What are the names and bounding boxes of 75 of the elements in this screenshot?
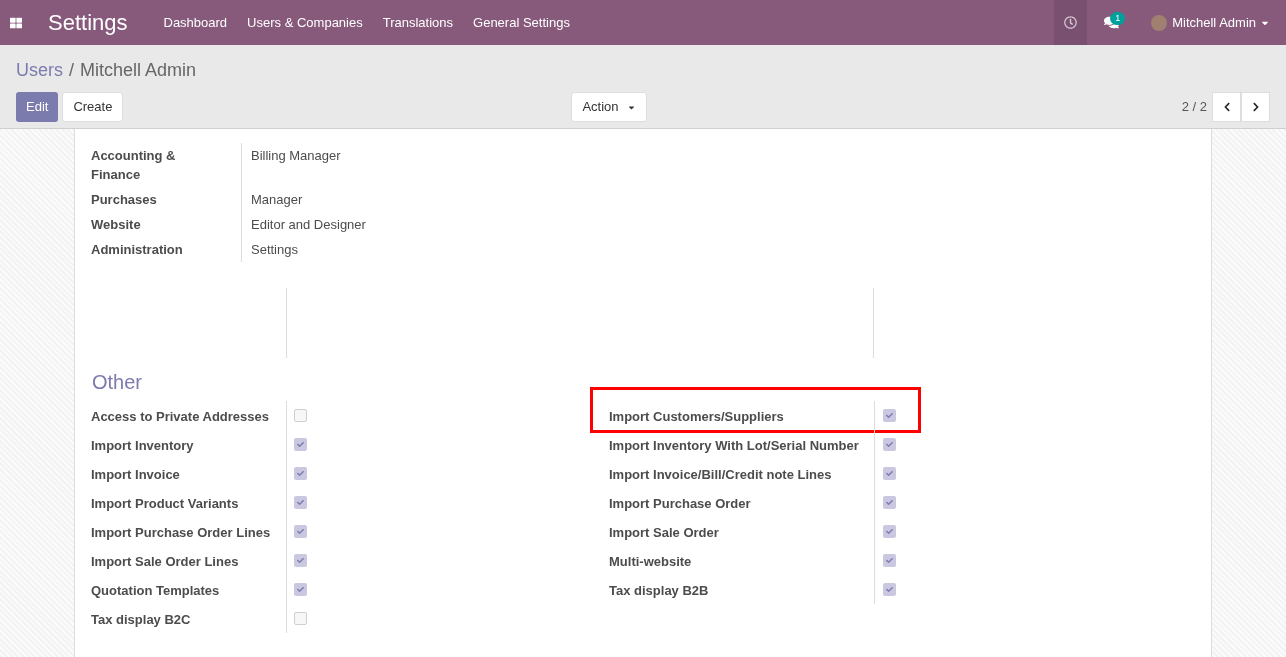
messages-button[interactable]: 1 <box>1087 0 1136 45</box>
checkbox-label: Import Purchase Order Lines <box>91 525 271 540</box>
check-icon <box>886 499 893 506</box>
breadcrumb-link[interactable]: Users <box>16 57 63 84</box>
checkbox-label: Tax display B2C <box>91 612 191 627</box>
section-title: Other <box>92 370 144 395</box>
menu-item[interactable]: Translations <box>372 12 464 33</box>
field-value: Billing Manager <box>251 147 341 165</box>
checkbox[interactable] <box>883 525 896 538</box>
checkbox[interactable] <box>294 467 307 480</box>
checkbox[interactable] <box>294 438 307 451</box>
menu-item[interactable]: General Settings <box>463 12 580 33</box>
breadcrumb-current: Mitchell Admin <box>80 59 197 82</box>
check-icon <box>297 557 304 564</box>
field-value: Settings <box>251 241 298 259</box>
activity-button[interactable] <box>1054 0 1088 45</box>
breadcrumb-separator: / <box>69 59 75 82</box>
checkbox-label: Import Inventory <box>91 438 194 453</box>
checkbox[interactable] <box>883 409 896 422</box>
field-value: Manager <box>251 191 303 209</box>
checkbox[interactable] <box>294 409 307 422</box>
checkbox-label: Import Inventory With Lot/Serial Number <box>609 438 859 453</box>
checkbox-label: Import Product Variants <box>91 496 239 511</box>
apps-menu-icon[interactable] <box>10 16 22 29</box>
checkbox-label: Import Sale Order <box>609 525 719 540</box>
clock-icon <box>1064 16 1078 29</box>
next-button[interactable] <box>1241 92 1270 122</box>
checkbox-label: Access to Private Addresses <box>91 409 269 424</box>
checkbox[interactable] <box>883 467 896 480</box>
field-value: Editor and Designer <box>251 216 366 234</box>
user-name: Mitchell Admin <box>1172 13 1256 32</box>
avatar-icon <box>1151 14 1168 31</box>
check-icon <box>886 412 893 419</box>
menu-item[interactable]: Users & Companies <box>237 12 373 33</box>
check-icon <box>297 441 304 448</box>
action-dropdown[interactable]: Action <box>571 92 647 122</box>
checkbox-label: Import Invoice <box>91 467 180 482</box>
checkbox[interactable] <box>883 583 896 596</box>
checkbox-label: Import Customers/Suppliers <box>609 409 784 424</box>
field-label: Administration <box>91 241 184 259</box>
previous-button[interactable] <box>1212 92 1241 122</box>
checkbox[interactable] <box>294 554 307 567</box>
checkbox-label: Multi-website <box>609 554 692 569</box>
user-menu[interactable]: Mitchell Admin <box>1135 0 1286 45</box>
message-count-badge: 1 <box>1110 12 1126 25</box>
check-icon <box>886 528 893 535</box>
app-title: Settings <box>48 9 128 37</box>
checkbox[interactable] <box>294 496 307 509</box>
chevron-right-icon <box>1250 102 1261 112</box>
checkbox[interactable] <box>883 496 896 509</box>
checkbox-label: Import Sale Order Lines <box>91 554 239 569</box>
checkbox[interactable] <box>294 612 307 625</box>
checkbox[interactable] <box>883 438 896 451</box>
checkbox-label: Tax display B2B <box>609 583 709 598</box>
check-icon <box>297 499 304 506</box>
check-icon <box>886 557 893 564</box>
check-icon <box>297 470 304 477</box>
checkbox-label: Import Invoice/Bill/Credit note Lines <box>609 467 832 482</box>
checkbox-label: Quotation Templates <box>91 583 220 598</box>
check-icon <box>886 470 893 477</box>
field-label: Purchases <box>91 191 158 209</box>
checkbox[interactable] <box>294 583 307 596</box>
edit-button[interactable]: Edit <box>16 92 59 122</box>
checkbox[interactable] <box>294 525 307 538</box>
checkbox-label: Import Purchase Order <box>609 496 751 511</box>
pager-value: 2 / 2 <box>1181 98 1207 117</box>
check-icon <box>886 586 893 593</box>
field-label: Accounting & Finance <box>91 147 177 184</box>
menu-item[interactable]: Dashboard <box>153 12 238 33</box>
checkbox[interactable] <box>883 554 896 567</box>
check-icon <box>886 441 893 448</box>
field-label: Website <box>91 216 142 234</box>
create-button[interactable]: Create <box>62 92 124 122</box>
check-icon <box>297 586 304 593</box>
check-icon <box>297 528 304 535</box>
